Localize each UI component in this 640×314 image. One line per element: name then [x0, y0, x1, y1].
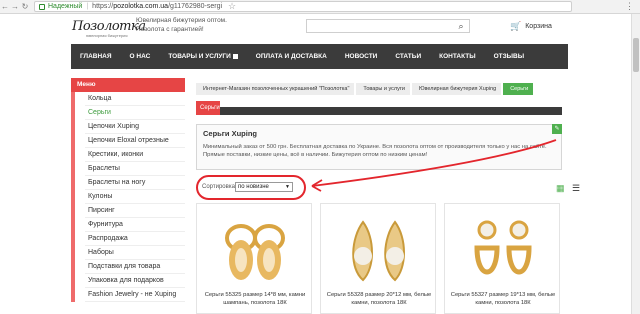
sidebar-item-fashion-jewelry[interactable]: Fashion Jewelry - не Xuping: [85, 288, 185, 302]
section-title: Серьги: [196, 101, 220, 115]
nav-item-products[interactable]: ТОВАРЫ И УСЛУГИ: [159, 53, 246, 60]
tagline-line2: Позолота с гарантией!: [136, 25, 204, 33]
breadcrumb-item-xuping[interactable]: Ювелирная бижутерия Xuping: [411, 83, 502, 95]
product-title[interactable]: Серьги 55327 размер 19*13 мм, белые камн…: [449, 292, 557, 307]
sidebar-menu: Меню Кольца Серьги Цепочки Xuping Цепочк…: [71, 78, 185, 314]
sidebar-item-bracelets[interactable]: Браслеты: [85, 162, 185, 176]
url-host: pozolotka.com.ua: [113, 3, 169, 10]
dropdown-icon: [232, 53, 238, 59]
url-path: /g11762980-sergi: [168, 3, 223, 10]
site-tagline: Ювелирная бижутерия оптом. Позолота с га…: [136, 17, 227, 34]
url-prefix: https://: [92, 3, 114, 10]
product-card[interactable]: Серьги 55325 размер 14*8 мм, камни шампа…: [196, 203, 312, 314]
bookmark-star-icon[interactable]: ☆: [228, 1, 236, 12]
search-icon[interactable]: ⌕: [453, 20, 469, 32]
category-text: Минимальный заказ от 500 грн. Бесплатная…: [203, 144, 547, 158]
category-title: Серьги Xuping: [203, 129, 258, 138]
sidebar-item-chains-xuping[interactable]: Цепочки Xuping: [85, 120, 185, 134]
sidebar-title: Меню: [71, 78, 185, 92]
sidebar-item-findings[interactable]: Фурнитура: [85, 218, 185, 232]
grid-view-icon[interactable]: ▦: [556, 184, 565, 193]
lock-icon: [39, 3, 45, 10]
sidebar-item-pendants[interactable]: Кулоны: [85, 190, 185, 204]
site-header: Позолотка ювелирная бижутерия Ювелирная …: [0, 14, 640, 40]
sidebar-item-piercing[interactable]: Пирсинг: [85, 204, 185, 218]
tagline-line1: Ювелирная бижутерия оптом.: [136, 17, 227, 24]
product-title[interactable]: Серьги 55328 размер 20*12 мм, белые камн…: [325, 292, 433, 307]
breadcrumb-item-current: Серьги: [503, 83, 534, 95]
nav-item-news[interactable]: НОВОСТИ: [336, 53, 387, 60]
category-description: Серьги Xuping Минимальный заказ от 500 г…: [196, 124, 562, 170]
cart-icon: 🛒: [510, 20, 522, 31]
section-divider: [220, 107, 562, 115]
sidebar-item-stands[interactable]: Подставки для товара: [85, 260, 185, 274]
logo-subtitle: ювелирная бижутерия: [86, 33, 128, 38]
product-card[interactable]: Серьги 55328 размер 20*12 мм, белые камн…: [320, 203, 436, 314]
product-image[interactable]: [333, 208, 425, 288]
product-image[interactable]: [457, 208, 549, 288]
breadcrumb-item-home[interactable]: Интернет-Магазин позолоченных украшений …: [196, 83, 355, 95]
sidebar-item-crosses[interactable]: Крестики, иконки: [85, 148, 185, 162]
sidebar-item-anklets[interactable]: Браслеты на ногу: [85, 176, 185, 190]
sidebar-item-sets[interactable]: Наборы: [85, 246, 185, 260]
annotation-highlight-oval: [196, 175, 306, 200]
nav-item-about[interactable]: О НАС: [121, 53, 160, 60]
cart-button[interactable]: 🛒 Корзина: [510, 18, 552, 34]
nav-item-home[interactable]: ГЛАВНАЯ: [71, 53, 121, 60]
sidebar-item-gift-packaging[interactable]: Упаковка для подарков: [85, 274, 185, 288]
scrollbar-thumb[interactable]: [633, 38, 639, 72]
logo-text: Позолотка: [72, 19, 146, 34]
nav-item-reviews[interactable]: ОТЗЫВЫ: [485, 53, 534, 60]
forward-icon[interactable]: →: [10, 0, 20, 14]
product-title[interactable]: Серьги 55325 размер 14*8 мм, камни шампа…: [201, 292, 309, 307]
page-scrollbar[interactable]: [631, 14, 640, 314]
product-card[interactable]: Серьги 55327 размер 19*13 мм, белые камн…: [444, 203, 560, 314]
nav-item-payment[interactable]: ОПЛАТА И ДОСТАВКА: [247, 53, 336, 60]
url-text: https://pozolotka.com.ua/g11762980-sergi: [92, 3, 222, 10]
browser-menu-icon[interactable]: ⋮: [625, 1, 634, 12]
breadcrumb: Интернет-Магазин позолоченных украшений …: [196, 83, 562, 95]
page: ← → ↻ Надежный | https://pozolotka.com.u…: [0, 0, 640, 314]
list-view-icon[interactable]: ☰: [572, 184, 581, 193]
reload-icon[interactable]: ↻: [20, 0, 30, 14]
edit-icon[interactable]: ✎: [552, 124, 562, 134]
site-logo[interactable]: Позолотка ювелирная бижутерия: [72, 17, 146, 39]
nav-item-products-label: ТОВАРЫ И УСЛУГИ: [168, 53, 231, 60]
sidebar-list: Кольца Серьги Цепочки Xuping Цепочки Elo…: [71, 92, 185, 302]
sidebar-item-chains-eloxal[interactable]: Цепочки Eloxal отрезные: [85, 134, 185, 148]
nav-item-contacts[interactable]: КОНТАКТЫ: [430, 53, 484, 60]
url-field[interactable]: Надежный | https://pozolotka.com.ua/g117…: [34, 1, 572, 12]
product-image[interactable]: [209, 208, 301, 288]
main-navigation: ГЛАВНАЯ О НАС ТОВАРЫ И УСЛУГИ ОПЛАТА И Д…: [71, 44, 568, 69]
sidebar-item-sale[interactable]: Распродажа: [85, 232, 185, 246]
cart-label: Корзина: [525, 22, 552, 30]
back-icon[interactable]: ←: [0, 0, 10, 14]
breadcrumb-item-products[interactable]: Товары и услуги: [356, 83, 410, 95]
url-separator: |: [86, 3, 89, 10]
browser-address-bar: ← → ↻ Надежный | https://pozolotka.com.u…: [0, 0, 640, 14]
nav-item-articles[interactable]: СТАТЬИ: [386, 53, 430, 60]
search-input[interactable]: ⌕: [306, 19, 470, 33]
secure-label: Надежный: [48, 3, 83, 10]
sidebar-item-rings[interactable]: Кольца: [85, 92, 185, 106]
sidebar-item-earrings[interactable]: Серьги: [85, 106, 185, 120]
